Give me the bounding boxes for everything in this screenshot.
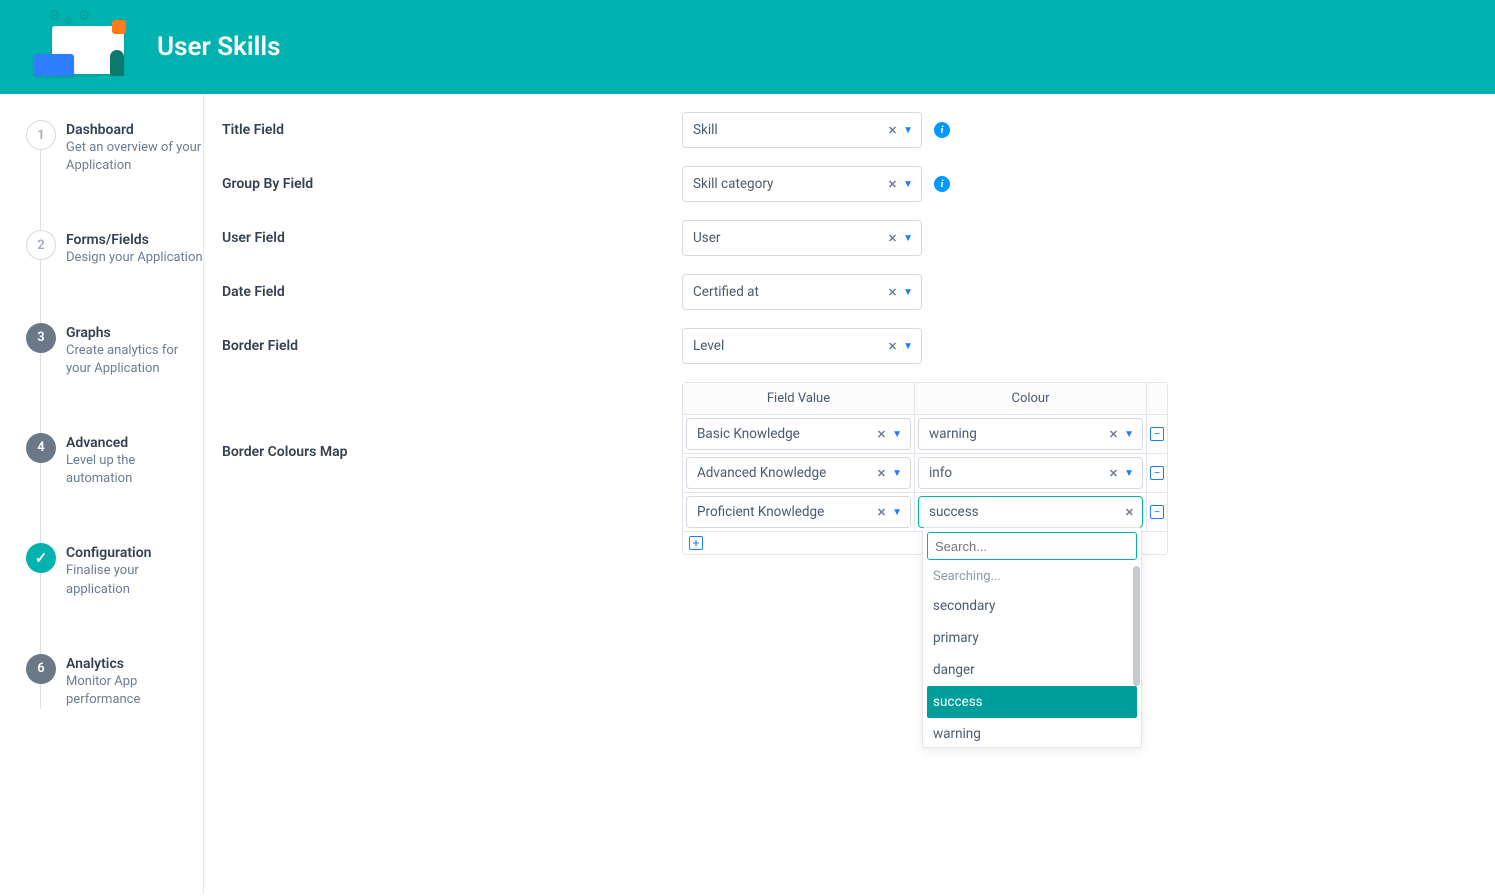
step-title: Configuration	[66, 545, 203, 561]
page-title: User Skills	[157, 32, 280, 62]
step-circle	[26, 543, 56, 573]
clear-icon[interactable]: ✕	[888, 178, 897, 191]
chevron-down-icon[interactable]: ▼	[1124, 429, 1134, 440]
select-group-by-field[interactable]: Skill category ✕ ▼	[682, 166, 922, 202]
info-icon[interactable]: i	[934, 176, 950, 192]
step-circle: 4	[26, 433, 56, 463]
clear-icon[interactable]: ✕	[888, 340, 897, 353]
row-user-field: User Field User ✕ ▼	[222, 220, 1495, 256]
th-colour: Colour	[915, 383, 1147, 414]
clear-icon[interactable]: ✕	[888, 124, 897, 137]
dropdown-option[interactable]: warning	[927, 718, 1137, 743]
step-circle: 3	[26, 323, 56, 353]
remove-row-button[interactable]: −	[1150, 466, 1164, 480]
step-title: Advanced	[66, 435, 203, 451]
dropdown-option[interactable]: success	[927, 686, 1137, 718]
chevron-down-icon[interactable]: ▼	[903, 287, 913, 298]
step-desc: Get an overview of your Application	[66, 139, 203, 175]
header-illustration: ⚙ ⚙ ⚙	[34, 10, 129, 85]
clear-icon[interactable]: ✕	[877, 467, 886, 480]
dropdown-option[interactable]: secondary	[927, 590, 1137, 622]
dropdown-search-input[interactable]	[927, 532, 1137, 560]
chevron-down-icon[interactable]: ▼	[892, 429, 902, 440]
select-border-field[interactable]: Level ✕ ▼	[682, 328, 922, 364]
row-title-field: Title Field Skill ✕ ▼ i	[222, 112, 1495, 148]
step-title: Graphs	[66, 325, 203, 341]
step-desc: Finalise your application	[66, 562, 203, 598]
chevron-down-icon[interactable]: ▼	[903, 179, 913, 190]
step-desc: Monitor App performance	[66, 673, 203, 709]
info-icon[interactable]: i	[934, 122, 950, 138]
page-header: ⚙ ⚙ ⚙ User Skills	[0, 0, 1495, 94]
label-border-field: Border Field	[222, 328, 682, 354]
wizard-step[interactable]: ConfigurationFinalise your application	[26, 543, 203, 598]
chevron-down-icon[interactable]: ▼	[903, 125, 913, 136]
select-field-value[interactable]: Basic Knowledge✕▼	[686, 418, 911, 450]
clear-icon[interactable]: ✕	[1109, 428, 1118, 441]
step-desc: Create analytics for your Application	[66, 342, 203, 378]
table-row: Advanced Knowledge✕▼info✕▼−	[683, 454, 1167, 493]
row-group-by-field: Group By Field Skill category ✕ ▼ i	[222, 166, 1495, 202]
step-title: Dashboard	[66, 122, 203, 138]
step-desc: Level up the automation	[66, 452, 203, 488]
scrollbar-thumb[interactable]	[1133, 566, 1140, 686]
dropdown-option[interactable]: danger	[927, 654, 1137, 686]
remove-row-button[interactable]: −	[1150, 427, 1164, 441]
select-field-value[interactable]: Proficient Knowledge✕▼	[686, 496, 911, 528]
wizard-step[interactable]: 6 AnalyticsMonitor App performance	[26, 654, 203, 709]
step-title: Forms/Fields	[66, 232, 203, 248]
select-colour[interactable]: info✕▼	[918, 457, 1143, 489]
wizard-sidebar: 1 DashboardGet an overview of your Applic…	[0, 94, 204, 894]
wizard-step[interactable]: 1 DashboardGet an overview of your Applic…	[26, 120, 203, 175]
add-row-button[interactable]: +	[689, 536, 703, 550]
dropdown-option[interactable]: primary	[927, 622, 1137, 654]
step-title: Analytics	[66, 656, 203, 672]
chevron-down-icon[interactable]: ▼	[903, 233, 913, 244]
select-title-field[interactable]: Skill ✕ ▼	[682, 112, 922, 148]
colour-dropdown[interactable]: Searching...secondaryprimarydangersucces…	[922, 527, 1142, 748]
table-row: Proficient Knowledge✕▼success✕−	[683, 493, 1167, 531]
clear-icon[interactable]: ✕	[877, 506, 886, 519]
step-desc: Design your Application	[66, 249, 203, 267]
step-circle: 6	[26, 654, 56, 684]
wizard-step[interactable]: 2 Forms/FieldsDesign your Application	[26, 230, 203, 267]
chevron-down-icon[interactable]: ▼	[892, 507, 902, 518]
clear-icon[interactable]: ✕	[1125, 506, 1134, 519]
select-colour[interactable]: success✕	[918, 496, 1143, 528]
remove-row-button[interactable]: −	[1150, 505, 1164, 519]
label-title-field: Title Field	[222, 112, 682, 138]
select-user-field[interactable]: User ✕ ▼	[682, 220, 922, 256]
label-border-colours-map: Border Colours Map	[222, 382, 682, 460]
clear-icon[interactable]: ✕	[888, 286, 897, 299]
row-date-field: Date Field Certified at ✕ ▼	[222, 274, 1495, 310]
label-user-field: User Field	[222, 220, 682, 246]
clear-icon[interactable]: ✕	[888, 232, 897, 245]
th-field-value: Field Value	[683, 383, 915, 414]
chevron-down-icon[interactable]: ▼	[903, 341, 913, 352]
chevron-down-icon[interactable]: ▼	[1124, 468, 1134, 479]
row-border-field: Border Field Level ✕ ▼	[222, 328, 1495, 364]
main-content: Title Field Skill ✕ ▼ i Group By Field S…	[204, 94, 1495, 894]
wizard-step[interactable]: 4 AdvancedLevel up the automation	[26, 433, 203, 488]
table-row: Basic Knowledge✕▼warning✕▼−	[683, 415, 1167, 454]
chevron-down-icon[interactable]: ▼	[892, 468, 902, 479]
label-group-by-field: Group By Field	[222, 166, 682, 192]
label-date-field: Date Field	[222, 274, 682, 300]
step-circle: 2	[26, 230, 56, 260]
dropdown-status: Searching...	[927, 563, 1137, 590]
row-border-colours-map: Border Colours Map Field Value Colour Ba…	[222, 382, 1495, 555]
check-icon	[35, 549, 48, 567]
wizard-step[interactable]: 3 GraphsCreate analytics for your Applica…	[26, 323, 203, 378]
select-colour[interactable]: warning✕▼	[918, 418, 1143, 450]
clear-icon[interactable]: ✕	[877, 428, 886, 441]
select-date-field[interactable]: Certified at ✕ ▼	[682, 274, 922, 310]
clear-icon[interactable]: ✕	[1109, 467, 1118, 480]
select-field-value[interactable]: Advanced Knowledge✕▼	[686, 457, 911, 489]
step-circle: 1	[26, 120, 56, 150]
